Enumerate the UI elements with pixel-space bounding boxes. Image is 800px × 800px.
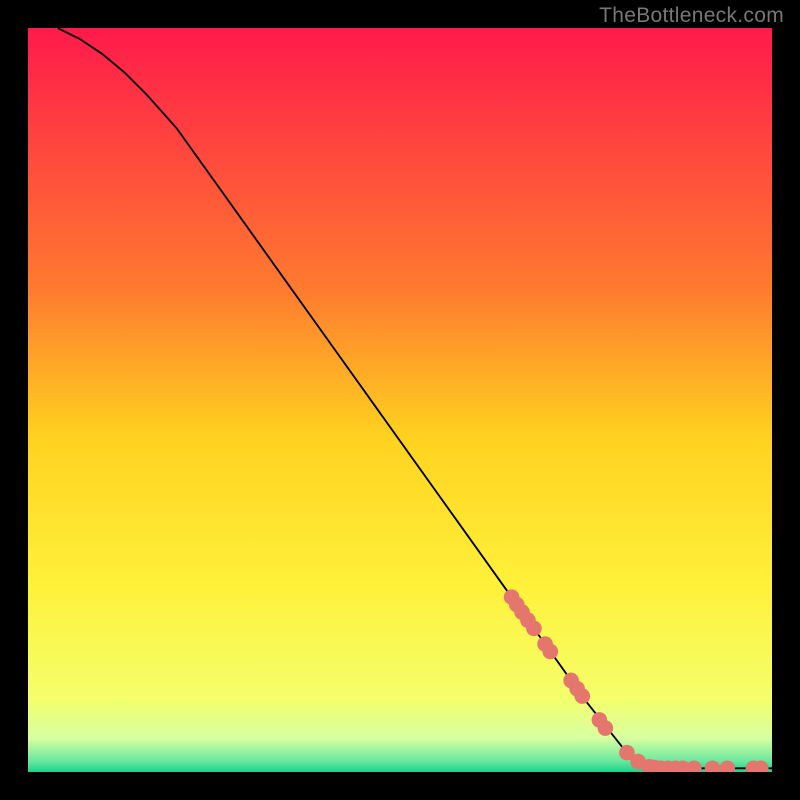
chart-container: TheBottleneck.com	[0, 0, 800, 800]
gradient-background	[28, 28, 772, 772]
highlight-dot	[526, 621, 542, 637]
bottleneck-chart	[28, 28, 772, 772]
highlight-dot	[542, 644, 558, 660]
highlight-dot	[598, 720, 614, 736]
attribution-label: TheBottleneck.com	[599, 4, 784, 28]
highlight-dot	[574, 688, 590, 704]
